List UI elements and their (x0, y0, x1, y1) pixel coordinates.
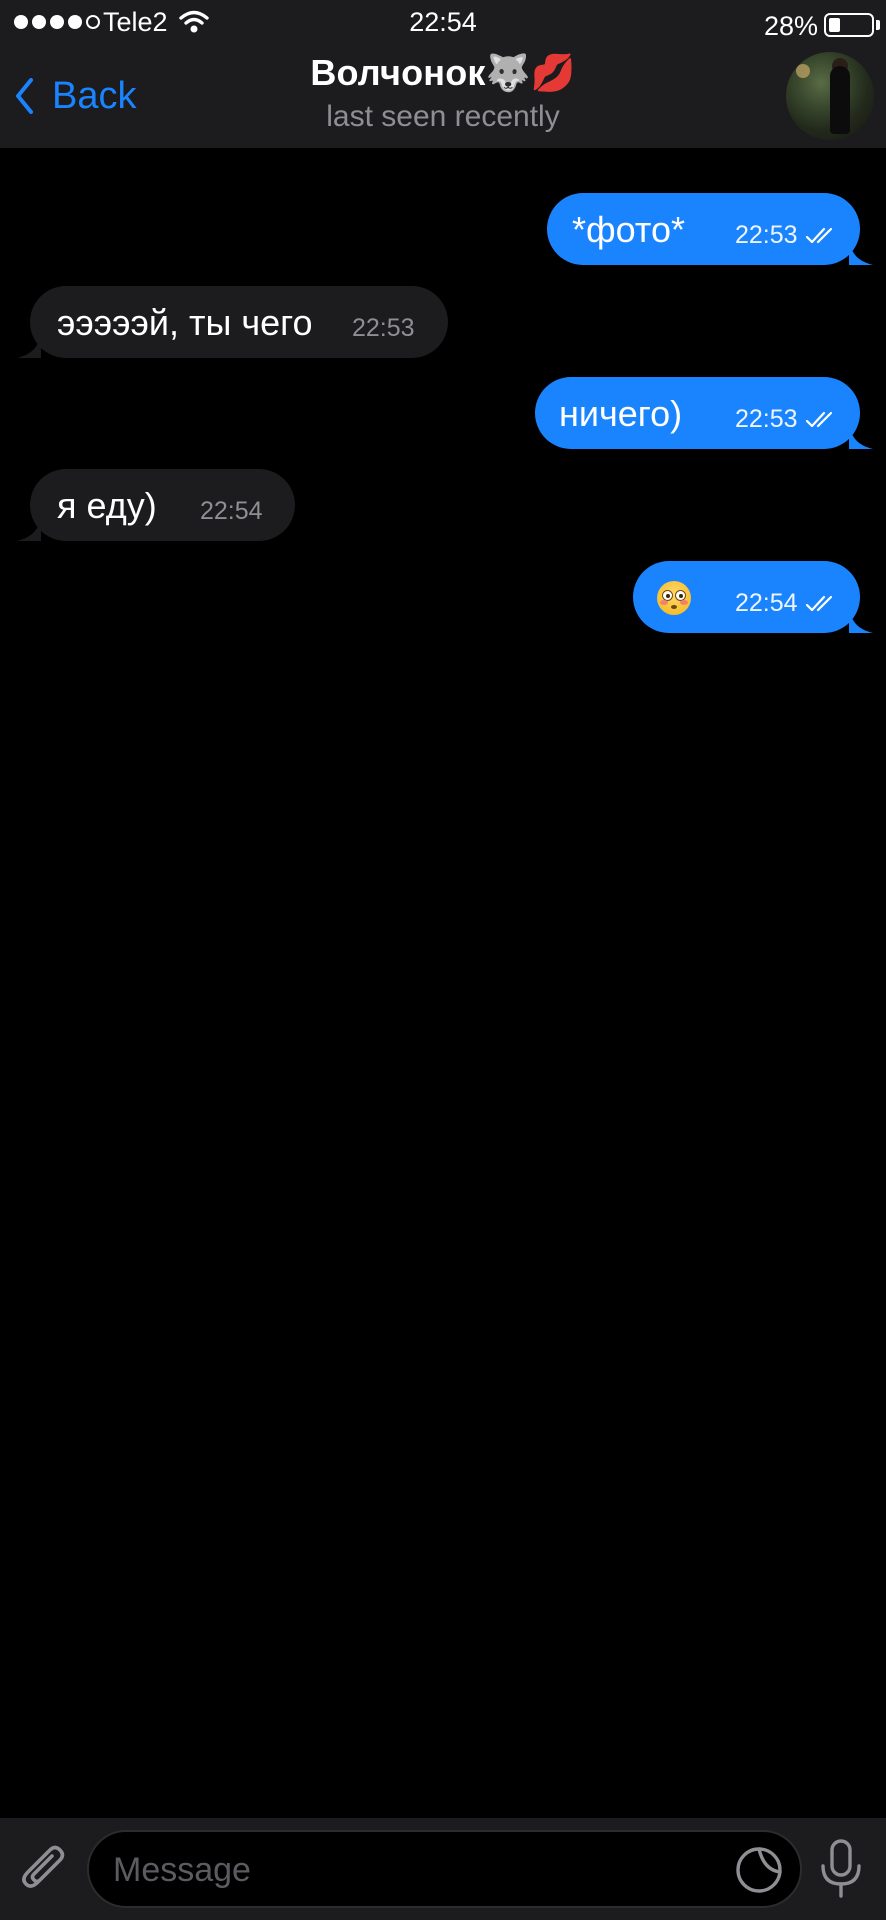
sticker-icon[interactable] (734, 1845, 784, 1895)
bubble-tail (849, 239, 873, 265)
message-time: 22:54 (200, 497, 263, 525)
chat-header: Back Волчонок🐺💋 last seen recently (0, 48, 886, 148)
status-time: 22:54 (409, 7, 477, 37)
bubble-tail (849, 423, 873, 449)
incoming-message[interactable]: я еду) 22:54 (17, 469, 295, 541)
chat-screen: Tele2 22:54 28% Back Волчонок🐺💋 last see… (0, 0, 886, 1920)
message-time: 22:53 (352, 314, 415, 342)
message-time: 22:53 (735, 405, 798, 433)
last-seen-status: last seen recently (326, 100, 560, 133)
bubble-tail (17, 515, 41, 541)
avatar-photo-light (796, 64, 810, 78)
double-check-icon (805, 227, 833, 244)
outgoing-message[interactable]: 😳 22:54 (633, 561, 873, 633)
bubble-tail (17, 332, 41, 358)
message-text: эээээй, ты чего (57, 302, 313, 343)
message-composer (0, 1818, 886, 1920)
contact-avatar[interactable] (786, 52, 874, 140)
message-input-field[interactable] (87, 1830, 802, 1908)
status-bar: Tele2 22:54 28% (0, 0, 886, 48)
avatar-photo-figure (830, 66, 850, 134)
double-check-icon (805, 411, 833, 428)
flushed-face-emoji (657, 581, 691, 615)
battery-icon (824, 13, 874, 37)
outgoing-message[interactable]: *фото* 22:53 (547, 193, 873, 265)
microphone-icon[interactable] (818, 1838, 864, 1900)
message-input[interactable] (113, 1846, 693, 1894)
outgoing-message[interactable]: ничего) 22:53 (535, 377, 873, 449)
message-text: *фото* (572, 209, 685, 250)
bubble-tail (849, 607, 873, 633)
message-time: 22:53 (735, 221, 798, 249)
battery-level-fill (829, 18, 840, 32)
chat-title-area[interactable]: Волчонок🐺💋 last seen recently (0, 52, 886, 134)
incoming-message[interactable]: эээээй, ты чего 22:53 (17, 286, 448, 358)
message-text: ничего) (559, 393, 683, 434)
battery-cap (876, 20, 880, 30)
double-check-icon (805, 595, 833, 612)
battery-percentage: 28% (763, 11, 818, 41)
chat-title: Волчонок🐺💋 (310, 52, 576, 93)
paperclip-icon[interactable] (18, 1842, 70, 1898)
message-time: 22:54 (735, 589, 798, 617)
message-text: я еду) (57, 485, 157, 526)
